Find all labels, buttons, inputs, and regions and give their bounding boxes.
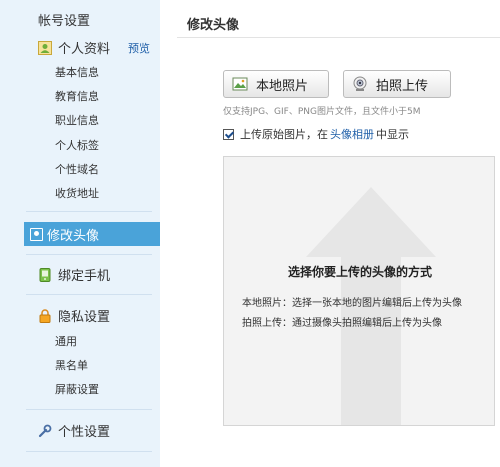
upload-method-title: 选择你要上传的头像的方式 [287, 265, 432, 279]
sidebar-subitem-tags[interactable]: 个人标签 [55, 137, 99, 153]
phone-icon [38, 267, 52, 282]
profile-preview-link[interactable]: 预览 [128, 40, 150, 56]
sidebar-item-avatar-label: 修改头像 [47, 228, 100, 244]
local-photo-label: 本地照片 [256, 78, 309, 94]
title-divider [177, 37, 500, 38]
sidebar-item-profile[interactable]: 个人资料 [38, 38, 110, 57]
wrench-icon [38, 424, 52, 438]
sidebar-subitem-address[interactable]: 收货地址 [55, 185, 99, 201]
sidebar-title: 帐号设置 [38, 14, 91, 29]
sidebar-subitem-career[interactable]: 职业信息 [55, 112, 99, 128]
sidebar-subitem-blacklist[interactable]: 黑名单 [55, 357, 88, 373]
camera-upload-description: 拍照上传：通过摄像头拍照编辑后上传为头像 [242, 318, 442, 329]
sidebar: 帐号设置 个人资料 预览 基本信息 教育信息 职业信息 个人标签 个性域名 收货… [0, 0, 160, 467]
avatar-icon [30, 227, 43, 241]
sidebar-subitem-basic-info[interactable]: 基本信息 [55, 64, 99, 80]
sidebar-item-personal[interactable]: 个性设置 [38, 421, 110, 440]
local-photo-description: 本地照片：选择一张本地的图片编辑后上传为头像 [242, 298, 462, 309]
upload-original-checkbox[interactable] [223, 128, 234, 140]
sidebar-divider [26, 254, 152, 255]
page-title: 修改头像 [187, 18, 240, 33]
local-photo-button[interactable]: 本地照片 [223, 70, 329, 98]
file-type-hint: 仅支持JPG、GIF、PNG图片文件，且文件小于5M [223, 107, 421, 117]
avatar-album-link[interactable]: 头像相册 [330, 126, 374, 142]
sidebar-divider [26, 294, 152, 295]
sidebar-item-privacy[interactable]: 隐私设置 [38, 306, 110, 325]
photo-icon [232, 76, 248, 92]
sidebar-item-phone[interactable]: 绑定手机 [38, 265, 110, 284]
sidebar-divider [26, 211, 152, 212]
sidebar-item-phone-label: 绑定手机 [58, 269, 111, 284]
sidebar-subitem-general[interactable]: 通用 [55, 333, 77, 349]
camera-icon [352, 76, 368, 92]
avatar-upload-area: 选择你要上传的头像的方式 本地照片：选择一张本地的图片编辑后上传为头像 拍照上传… [223, 156, 495, 426]
sidebar-subitem-domain[interactable]: 个性域名 [55, 161, 99, 177]
camera-upload-label: 拍照上传 [376, 78, 429, 94]
profile-icon [38, 40, 52, 55]
sidebar-subitem-education[interactable]: 教育信息 [55, 88, 99, 104]
checkbox-label-prefix: 上传原始图片，在 [240, 128, 328, 141]
lock-icon [38, 308, 52, 323]
checkbox-label-suffix: 中显示 [376, 128, 409, 141]
sidebar-item-avatar[interactable]: 修改头像 [24, 222, 160, 246]
camera-upload-button[interactable]: 拍照上传 [343, 70, 451, 98]
sidebar-item-personal-label: 个性设置 [58, 425, 111, 440]
upload-original-option: 上传原始图片，在 头像相册 中显示 [223, 126, 409, 142]
sidebar-divider [26, 451, 152, 452]
sidebar-item-profile-label: 个人资料 [58, 42, 111, 57]
sidebar-item-privacy-label: 隐私设置 [58, 310, 111, 325]
sidebar-divider [26, 409, 152, 410]
sidebar-subitem-block-settings[interactable]: 屏蔽设置 [55, 381, 99, 397]
